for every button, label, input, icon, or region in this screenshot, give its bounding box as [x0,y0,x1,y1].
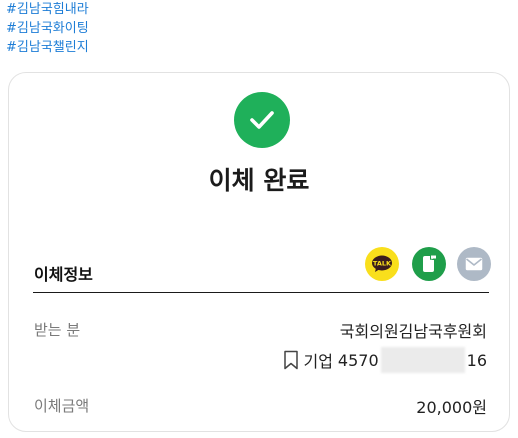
kakaotalk-icon: TALK [372,255,392,272]
bank-name: 기업 [303,352,333,371]
account-row: 기업 4570 16 [283,347,487,373]
hashtag-link[interactable]: #김남국화이팅 [6,19,206,38]
recipient-label: 받는 분 [34,321,81,339]
section-title: 이체정보 [34,265,93,284]
section-divider [33,292,489,293]
recipient-name: 국회의원김남국후원회 [339,322,487,341]
page-title: 이체 완료 [208,166,310,195]
mail-share-button[interactable] [457,247,491,281]
sms-icon [423,254,437,272]
account-number-prefix: 4570 [337,350,379,370]
account-number-suffix: 16 [466,350,487,370]
account-number-mask [380,347,465,373]
bookmark-icon[interactable] [283,350,299,370]
hashtag-link[interactable]: #김남국힘내라 [6,0,206,19]
amount-label: 이체금액 [34,397,90,415]
svg-text:TALK: TALK [373,260,392,268]
hashtag-link[interactable]: #김남국챌린지 [6,38,206,57]
mail-icon [465,257,483,271]
kakaotalk-share-button[interactable]: TALK [365,247,399,281]
hashtag-list: #김남국힘내라 #김남국화이팅 #김남국챌린지 [6,0,206,57]
transfer-amount: 20,000원 [416,398,487,417]
transfer-receipt-card: 이체 완료 이체정보 TALK 받는 분 국회의원김남국후원회 기업 4570 … [8,72,510,432]
sms-share-button[interactable] [412,247,446,281]
check-icon [234,92,290,148]
